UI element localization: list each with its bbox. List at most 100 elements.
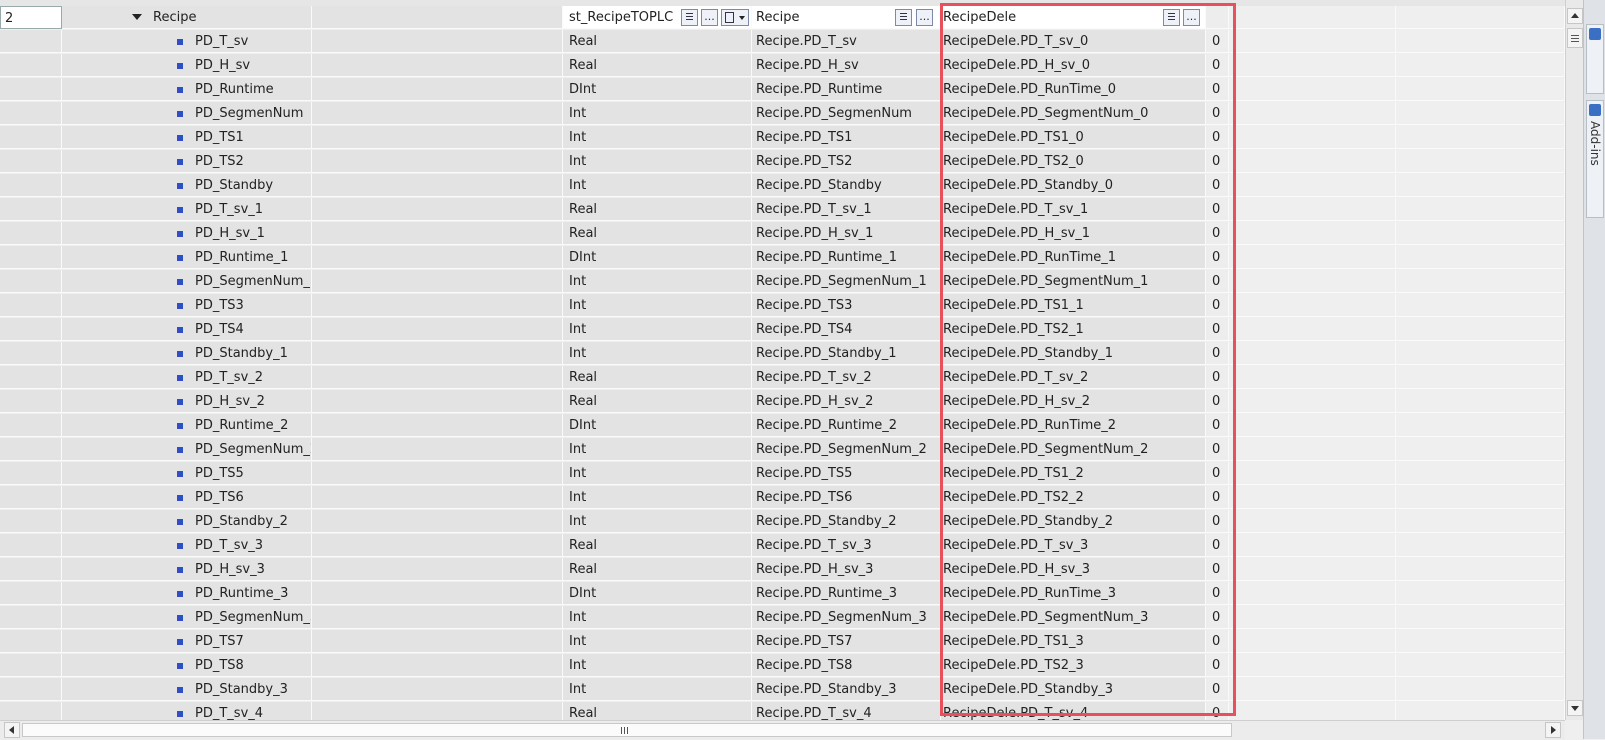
value-cell[interactable]: 0	[1206, 222, 1229, 245]
table-row[interactable]: PD_H_sv_1 Real Recipe.PD_H_sv_1 RecipeDele.…	[0, 222, 1565, 246]
value-cell[interactable]: 0	[1206, 654, 1229, 677]
name-cell[interactable]: PD_TS1	[62, 126, 312, 149]
hmi-tag-cell[interactable]: RecipeDele.PD_H_sv_1	[941, 222, 1206, 245]
datatype-cell[interactable]: Real	[563, 558, 752, 581]
scroll-down-icon[interactable]	[1567, 700, 1583, 716]
row-index[interactable]: 2	[0, 6, 62, 29]
scroll-right-icon[interactable]	[1545, 722, 1561, 738]
value-cell[interactable]: 0	[1206, 102, 1229, 125]
table-row[interactable]: PD_Runtime DInt Recipe.PD_Runtime RecipeDel…	[0, 78, 1565, 102]
hmi-tag-cell[interactable]: RecipeDele.PD_H_sv_3	[941, 558, 1206, 581]
row-index[interactable]	[0, 78, 62, 101]
datatype-cell[interactable]: DInt	[563, 246, 752, 269]
value-cell[interactable]: 0	[1206, 558, 1229, 581]
tab-add-ins[interactable]: Add-ins	[1586, 100, 1604, 218]
row-index[interactable]	[0, 630, 62, 653]
row-index[interactable]	[0, 102, 62, 125]
table-row[interactable]: PD_SegmenNum_2 Int Recipe.PD_SegmenNum_2 Re…	[0, 438, 1565, 462]
name-cell[interactable]: PD_SegmenNum	[62, 102, 312, 125]
row-index[interactable]	[0, 54, 62, 77]
row-index[interactable]	[0, 342, 62, 365]
value-cell[interactable]: 0	[1206, 318, 1229, 341]
table-row[interactable]: PD_T_sv_1 Real Recipe.PD_T_sv_1 RecipeDele.…	[0, 198, 1565, 222]
list-icon[interactable]	[895, 9, 912, 26]
table-row[interactable]: PD_Standby_1 Int Recipe.PD_Standby_1 Recipe…	[0, 342, 1565, 366]
datatype-cell[interactable]: Int	[563, 630, 752, 653]
value-cell[interactable]: 0	[1206, 486, 1229, 509]
plc-tag-cell[interactable]: Recipe.PD_T_sv_2	[752, 366, 941, 389]
value-cell[interactable]: 0	[1206, 342, 1229, 365]
value-cell[interactable]: 0	[1206, 30, 1229, 53]
name-cell[interactable]: PD_TS2	[62, 150, 312, 173]
value-cell[interactable]: 0	[1206, 438, 1229, 461]
table-row[interactable]: PD_Runtime_2 DInt Recipe.PD_Runtime_2 Recip…	[0, 414, 1565, 438]
value-cell[interactable]: 0	[1206, 462, 1229, 485]
more-button[interactable]: ...	[701, 9, 718, 26]
hmi-tag-cell[interactable]: RecipeDele ...	[941, 6, 1206, 29]
table-row[interactable]: PD_T_sv_2 Real Recipe.PD_T_sv_2 RecipeDele.…	[0, 366, 1565, 390]
plc-tag-cell[interactable]: Recipe.PD_H_sv_2	[752, 390, 941, 413]
plc-tag-cell[interactable]: Recipe.PD_TS1	[752, 126, 941, 149]
name-cell[interactable]: PD_SegmenNum_1	[62, 270, 312, 293]
plc-tag-cell[interactable]: Recipe.PD_TS8	[752, 654, 941, 677]
name-cell[interactable]: PD_TS8	[62, 654, 312, 677]
datatype-cell[interactable]: Real	[563, 702, 752, 720]
table-row[interactable]: PD_SegmenNum_3 Int Recipe.PD_SegmenNum_3 Re…	[0, 606, 1565, 630]
plc-tag-cell[interactable]: Recipe.PD_Runtime_1	[752, 246, 941, 269]
row-index[interactable]	[0, 366, 62, 389]
plc-tag-cell[interactable]: Recipe.PD_SegmenNum	[752, 102, 941, 125]
row-index[interactable]	[0, 150, 62, 173]
datatype-cell[interactable]: DInt	[563, 582, 752, 605]
value-cell[interactable]: 0	[1206, 534, 1229, 557]
table-row[interactable]: PD_T_sv_4 Real Recipe.PD_T_sv_4 RecipeDele.…	[0, 702, 1565, 720]
name-cell[interactable]: PD_Standby	[62, 174, 312, 197]
hmi-tag-cell[interactable]: RecipeDele.PD_Standby_3	[941, 678, 1206, 701]
row-index[interactable]	[0, 606, 62, 629]
name-cell[interactable]: PD_TS7	[62, 630, 312, 653]
plc-tag-cell[interactable]: Recipe.PD_TS5	[752, 462, 941, 485]
hmi-tag-cell[interactable]: RecipeDele.PD_SegmentNum_1	[941, 270, 1206, 293]
hmi-tag-cell[interactable]: RecipeDele.PD_Standby_0	[941, 174, 1206, 197]
value-cell[interactable]: 0	[1206, 510, 1229, 533]
hmi-tag-cell[interactable]: RecipeDele.PD_RunTime_2	[941, 414, 1206, 437]
plc-tag-cell[interactable]: Recipe.PD_TS7	[752, 630, 941, 653]
hmi-tag-cell[interactable]: RecipeDele.PD_TS2_2	[941, 486, 1206, 509]
datatype-cell[interactable]: Int	[563, 102, 752, 125]
scroll-up-icon[interactable]	[1567, 8, 1583, 24]
datatype-cell[interactable]: Real	[563, 30, 752, 53]
plc-tag-cell[interactable]: Recipe.PD_H_sv	[752, 54, 941, 77]
hmi-tag-cell[interactable]: RecipeDele.PD_TS1_3	[941, 630, 1206, 653]
row-index[interactable]	[0, 510, 62, 533]
table-row[interactable]: PD_SegmenNum_1 Int Recipe.PD_SegmenNum_1 Re…	[0, 270, 1565, 294]
row-index[interactable]	[0, 678, 62, 701]
datatype-cell[interactable]: Int	[563, 270, 752, 293]
name-cell[interactable]: PD_Standby_2	[62, 510, 312, 533]
plc-tag-cell[interactable]: Recipe.PD_TS6	[752, 486, 941, 509]
collapse-triangle-icon[interactable]	[132, 14, 142, 20]
vertical-scrollbar[interactable]	[1565, 0, 1584, 720]
table-row[interactable]: PD_Standby Int Recipe.PD_Standby RecipeDele…	[0, 174, 1565, 198]
plc-tag-cell[interactable]: Recipe.PD_TS4	[752, 318, 941, 341]
plc-tag-cell[interactable]: Recipe.PD_Standby_2	[752, 510, 941, 533]
value-cell[interactable]: 0	[1206, 366, 1229, 389]
datatype-cell[interactable]: Real	[563, 534, 752, 557]
value-cell[interactable]: 0	[1206, 54, 1229, 77]
table-row[interactable]: PD_H_sv_2 Real Recipe.PD_H_sv_2 RecipeDele.…	[0, 390, 1565, 414]
value-cell[interactable]: 0	[1206, 702, 1229, 720]
datatype-cell[interactable]: Real	[563, 390, 752, 413]
table-row[interactable]: PD_Runtime_3 DInt Recipe.PD_Runtime_3 Recip…	[0, 582, 1565, 606]
hmi-tag-cell[interactable]: RecipeDele.PD_TS1_2	[941, 462, 1206, 485]
name-cell[interactable]: PD_TS6	[62, 486, 312, 509]
value-cell[interactable]: 0	[1206, 606, 1229, 629]
name-cell[interactable]: PD_T_sv_4	[62, 702, 312, 720]
name-cell[interactable]: Recipe	[62, 6, 312, 29]
plc-tag-cell[interactable]: Recipe.PD_T_sv	[752, 30, 941, 53]
hmi-tag-cell[interactable]: RecipeDele.PD_TS2_0	[941, 150, 1206, 173]
plc-tag-cell[interactable]: Recipe.PD_SegmenNum_3	[752, 606, 941, 629]
plc-tag-cell[interactable]: Recipe.PD_T_sv_1	[752, 198, 941, 221]
scroll-grip[interactable]	[1567, 28, 1583, 48]
name-cell[interactable]: PD_Runtime_1	[62, 246, 312, 269]
row-index[interactable]	[0, 534, 62, 557]
plc-tag-cell[interactable]: Recipe.PD_T_sv_3	[752, 534, 941, 557]
row-index[interactable]	[0, 582, 62, 605]
